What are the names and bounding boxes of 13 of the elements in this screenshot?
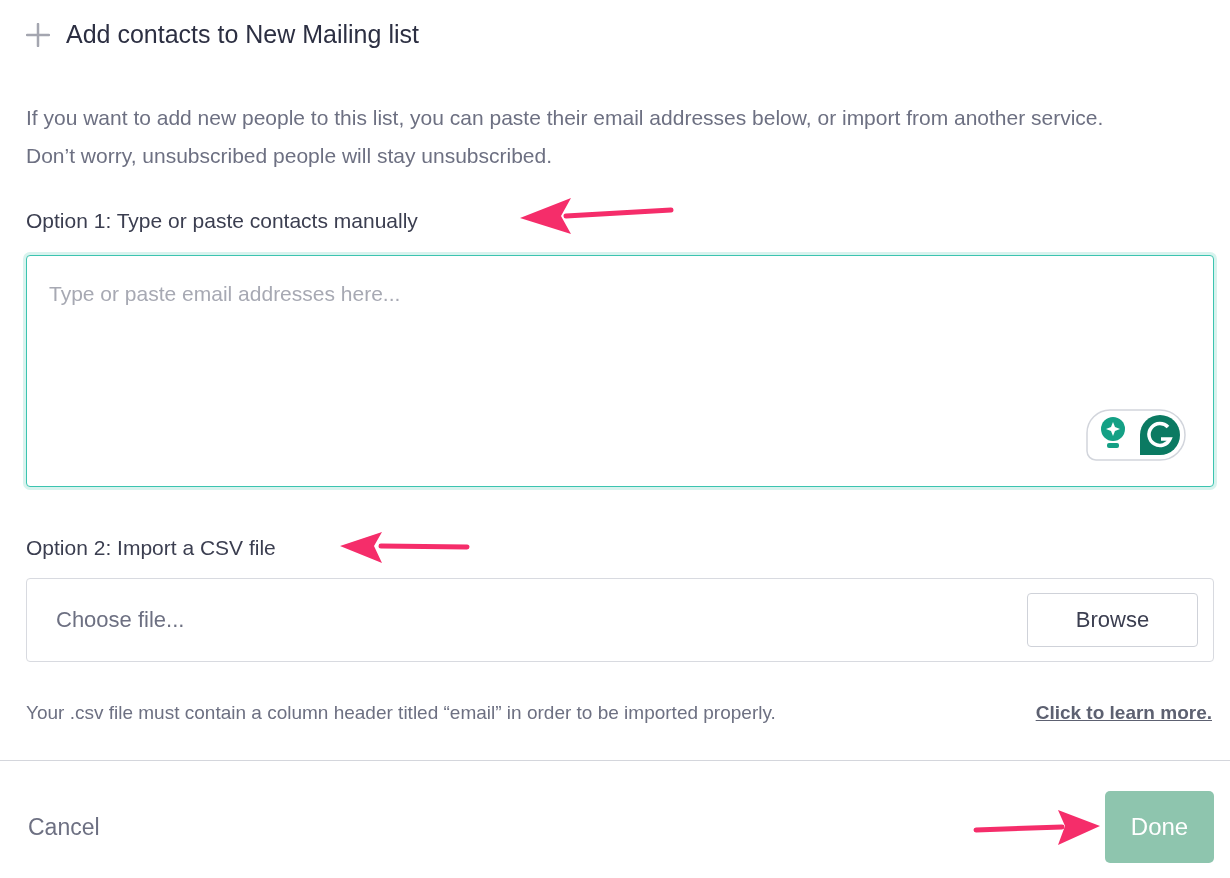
dialog-title: Add contacts to New Mailing list bbox=[66, 20, 419, 49]
cancel-button[interactable]: Cancel bbox=[28, 813, 100, 841]
learn-more-link[interactable]: Click to learn more. bbox=[1035, 702, 1212, 724]
file-input-field[interactable]: Choose file... Browse bbox=[26, 578, 1214, 662]
grammar-assistant-icon[interactable] bbox=[1086, 409, 1186, 461]
description-text: If you want to add new people to this list, you can paste their email addresses below, or import from another service. Don’t worry, unsubscribed people will stay unsubscribed. bbox=[26, 105, 1105, 169]
browse-button[interactable]: Browse bbox=[1027, 593, 1198, 647]
email-input-field[interactable]: Type or paste email addresses here... bbox=[26, 255, 1214, 487]
note-text: Your .csv file must contain a column header titled “email” in order to be imported properly. bbox=[26, 702, 776, 724]
option-label: Option 1: Type or paste contacts manually bbox=[26, 209, 418, 233]
plus-icon bbox=[26, 22, 50, 47]
file-placeholder: Choose file... bbox=[56, 607, 185, 633]
option-label: Option 2: Import a CSV file bbox=[26, 536, 276, 560]
